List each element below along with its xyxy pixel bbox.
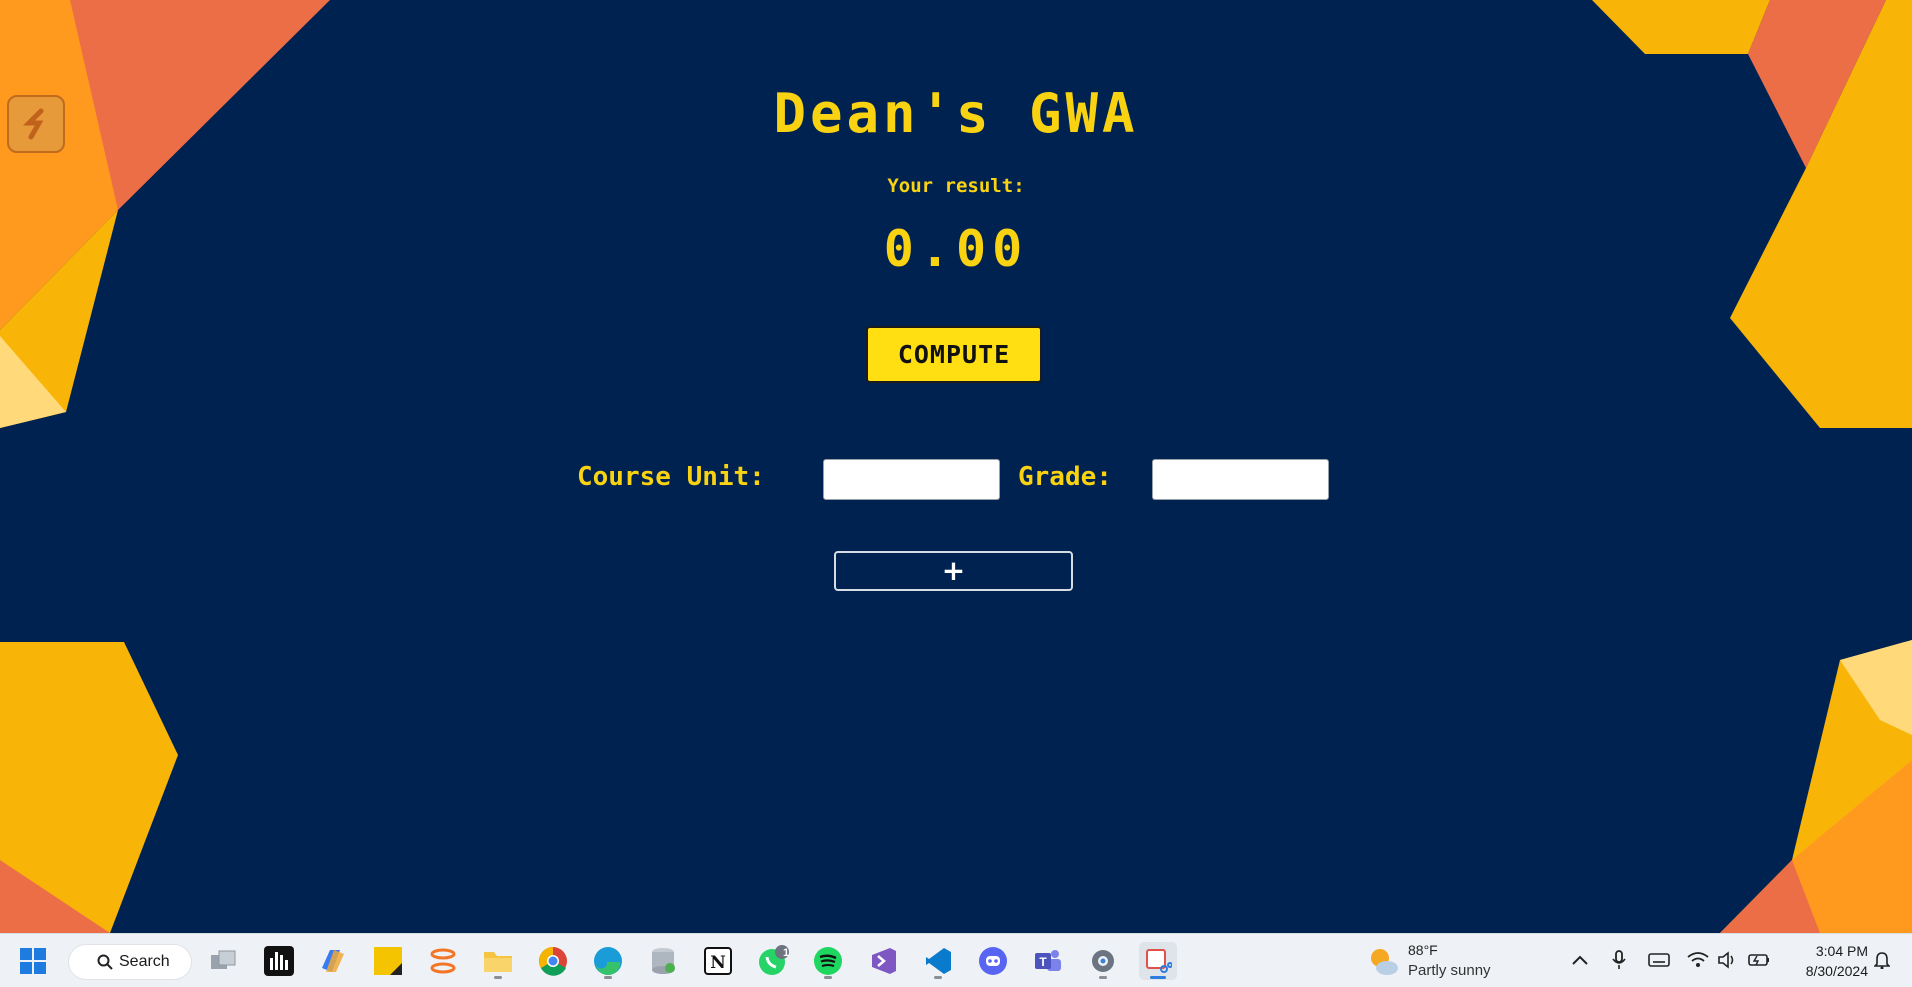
volume-icon[interactable] <box>1715 948 1739 972</box>
chevron-up-icon[interactable] <box>1568 948 1592 972</box>
taskbar: Search N 1 T 88°F Partly sunny 3:04 PM 8… <box>0 933 1912 987</box>
compute-button[interactable]: COMPUTE <box>866 326 1042 383</box>
weather-temperature: 88°F <box>1408 942 1438 958</box>
visual-studio-icon[interactable] <box>864 942 902 980</box>
clock-time: 3:04 PM <box>1815 943 1868 959</box>
grade-input[interactable] <box>1152 459 1329 500</box>
database-app-icon[interactable] <box>644 942 682 980</box>
grade-label: Grade: <box>1018 462 1112 492</box>
chrome-icon[interactable] <box>534 942 572 980</box>
wifi-icon[interactable] <box>1686 948 1710 972</box>
whatsapp-badge: 1 <box>783 947 790 959</box>
notification-bell-icon[interactable] <box>1870 948 1894 972</box>
search-icon <box>97 954 113 970</box>
keyboard-icon[interactable] <box>1647 948 1671 972</box>
notion-icon[interactable]: N <box>699 942 737 980</box>
app-window: Dean's GWA Your result: 0.00 COMPUTE Cou… <box>0 0 1912 933</box>
taskbar-search[interactable]: Search <box>68 944 192 980</box>
whatsapp-icon[interactable]: 1 <box>754 942 792 980</box>
battery-icon[interactable] <box>1747 948 1771 972</box>
windows-start-icon[interactable] <box>14 942 52 980</box>
audio-app-icon[interactable] <box>260 942 298 980</box>
vscode-icon[interactable] <box>919 942 957 980</box>
file-explorer-icon[interactable] <box>479 942 517 980</box>
jupyter-icon[interactable] <box>424 942 462 980</box>
result-label: Your result: <box>887 175 1025 197</box>
svg-text:T: T <box>1039 955 1047 969</box>
add-row-button[interactable]: + <box>834 551 1073 591</box>
search-label: Search <box>119 953 170 970</box>
sticky-notes-icon[interactable] <box>369 942 407 980</box>
page-title: Dean's GWA <box>773 82 1139 145</box>
teams-icon[interactable]: T <box>1029 942 1067 980</box>
copilot-icon[interactable] <box>314 942 352 980</box>
clock-date: 8/30/2024 <box>1805 963 1868 979</box>
settings-icon[interactable] <box>1084 942 1122 980</box>
discord-icon[interactable] <box>974 942 1012 980</box>
snipping-tool-icon[interactable] <box>1139 942 1177 980</box>
course-unit-input[interactable] <box>823 459 1000 500</box>
task-view-icon[interactable] <box>204 942 242 980</box>
system-clock[interactable]: 3:04 PM 8/30/2024 <box>1784 941 1868 981</box>
spotify-icon[interactable] <box>809 942 847 980</box>
microphone-icon[interactable] <box>1607 948 1631 972</box>
course-unit-label: Course Unit: <box>577 462 765 492</box>
edge-icon[interactable] <box>589 942 627 980</box>
svg-text:N: N <box>710 953 726 973</box>
partly-sunny-icon <box>1371 949 1398 975</box>
weather-condition: Partly sunny <box>1408 962 1491 979</box>
result-value: 0.00 <box>883 220 1029 278</box>
